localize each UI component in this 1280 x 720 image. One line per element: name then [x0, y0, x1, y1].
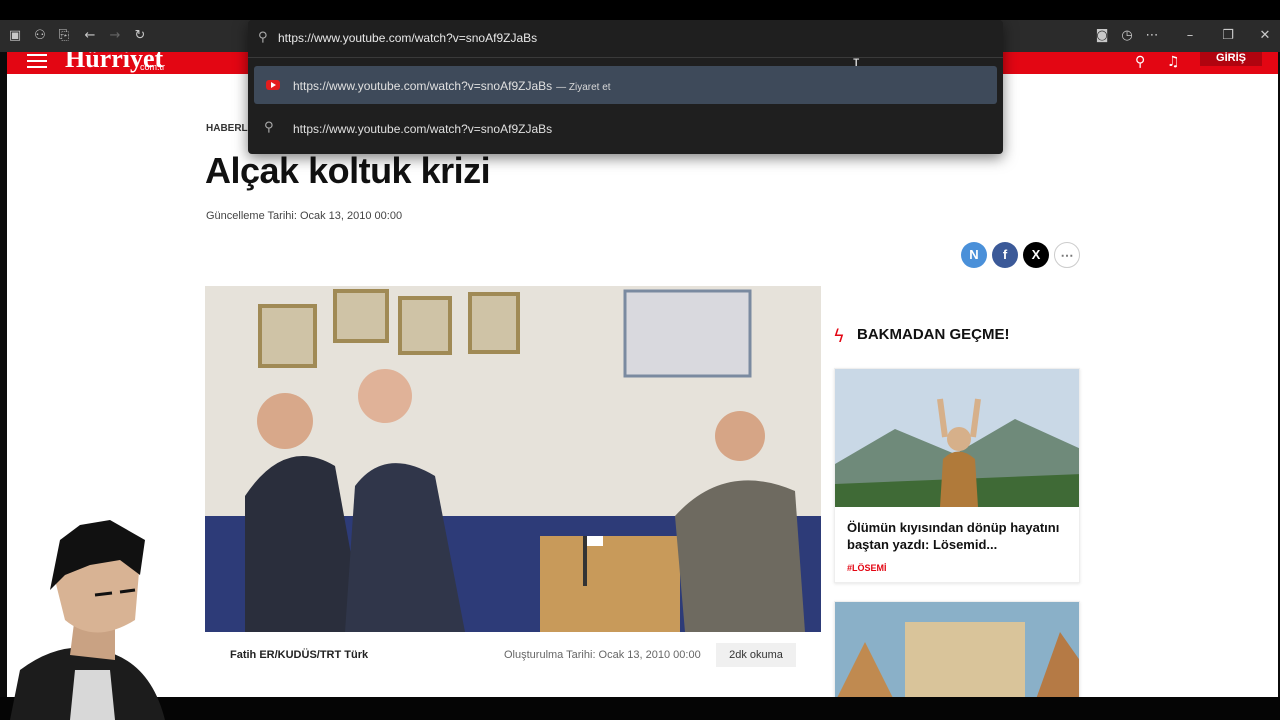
back-icon[interactable]: ← — [82, 28, 98, 44]
menu-icon[interactable] — [27, 54, 47, 68]
created-date: Oluşturulma Tarihi: Ocak 13, 2010 00:00 — [504, 649, 701, 661]
card-image-2 — [835, 602, 1079, 697]
article-photo — [205, 286, 821, 632]
address-input[interactable]: https://www.youtube.com/watch?v=snoAf9ZJ… — [278, 31, 537, 45]
search-icon: ⚲ — [258, 30, 268, 45]
address-bar-dropdown: ⚲ https://www.youtube.com/watch?v=snoAf9… — [248, 20, 1003, 154]
updated-date: Güncelleme Tarihi: Ocak 13, 2010 00:00 — [206, 210, 403, 222]
site-logo-sub: com.tr — [140, 62, 166, 72]
share-news-icon[interactable]: N — [961, 242, 987, 268]
bottom-strip — [0, 697, 1280, 720]
tabs-icon[interactable]: ▣ — [7, 28, 23, 44]
bell-icon[interactable]: ♫ — [1167, 54, 1180, 70]
divider — [248, 57, 1003, 58]
streamer-avatar — [10, 520, 165, 720]
share-facebook-icon[interactable]: f — [992, 242, 1018, 268]
lightning-icon: ϟ — [833, 326, 845, 347]
youtube-icon — [266, 80, 280, 90]
forward-icon[interactable]: → — [107, 28, 123, 44]
card-image — [835, 369, 1079, 507]
more-icon[interactable]: ⋯ — [1144, 28, 1160, 44]
screen: ▣ ⚇ ⎘ ← → ↻ ◙ ◷ ⋯ – ❐ ✕ Hürriyet com.tr … — [0, 0, 1280, 720]
read-time-badge: 2dk okuma — [716, 643, 796, 667]
sidebar-card-2[interactable] — [834, 601, 1080, 697]
suggestion-label: https://www.youtube.com/watch?v=snoAf9ZJ… — [293, 79, 611, 93]
top-strip — [0, 0, 1280, 20]
card-title[interactable]: Ölümün kıyısından dönüp hayatını baştan … — [847, 519, 1072, 553]
camera-icon[interactable]: ◙ — [1094, 28, 1110, 44]
search-icon: ⚲ — [264, 120, 274, 135]
article-title: Alçak koltuk krizi — [205, 150, 491, 191]
login-button[interactable]: GİRİŞ — [1200, 52, 1262, 66]
share-x-icon[interactable]: X — [1023, 242, 1049, 268]
suggestion-label: https://www.youtube.com/watch?v=snoAf9ZJ… — [293, 122, 553, 136]
suggestion-visit[interactable]: https://www.youtube.com/watch?v=snoAf9ZJ… — [254, 66, 997, 104]
sidebar-card[interactable]: Ölümün kıyısından dönüp hayatını baştan … — [834, 368, 1080, 583]
suggestion-search[interactable]: ⚲ https://www.youtube.com/watch?v=snoAf9… — [254, 109, 997, 147]
card-tag[interactable]: #LÖSEMİ — [847, 563, 887, 573]
history-icon[interactable]: ◷ — [1119, 28, 1135, 44]
restore-icon[interactable]: ❐ — [1220, 28, 1236, 44]
bookmark-icon[interactable]: ⎘ — [56, 28, 72, 44]
meeting-photo — [205, 286, 821, 632]
share-more-icon[interactable]: ⋯ — [1054, 242, 1080, 268]
profile-icon[interactable]: ⚇ — [32, 28, 48, 44]
search-icon[interactable]: ⚲ — [1135, 54, 1145, 70]
close-icon[interactable]: ✕ — [1257, 28, 1273, 44]
article-byline: Fatih ER/KUDÜS/TRT Türk — [230, 649, 369, 661]
sidebar-heading: BAKMADAN GEÇME! — [857, 326, 1010, 343]
minimize-icon[interactable]: – — [1182, 28, 1198, 44]
reload-icon[interactable]: ↻ — [132, 28, 148, 44]
